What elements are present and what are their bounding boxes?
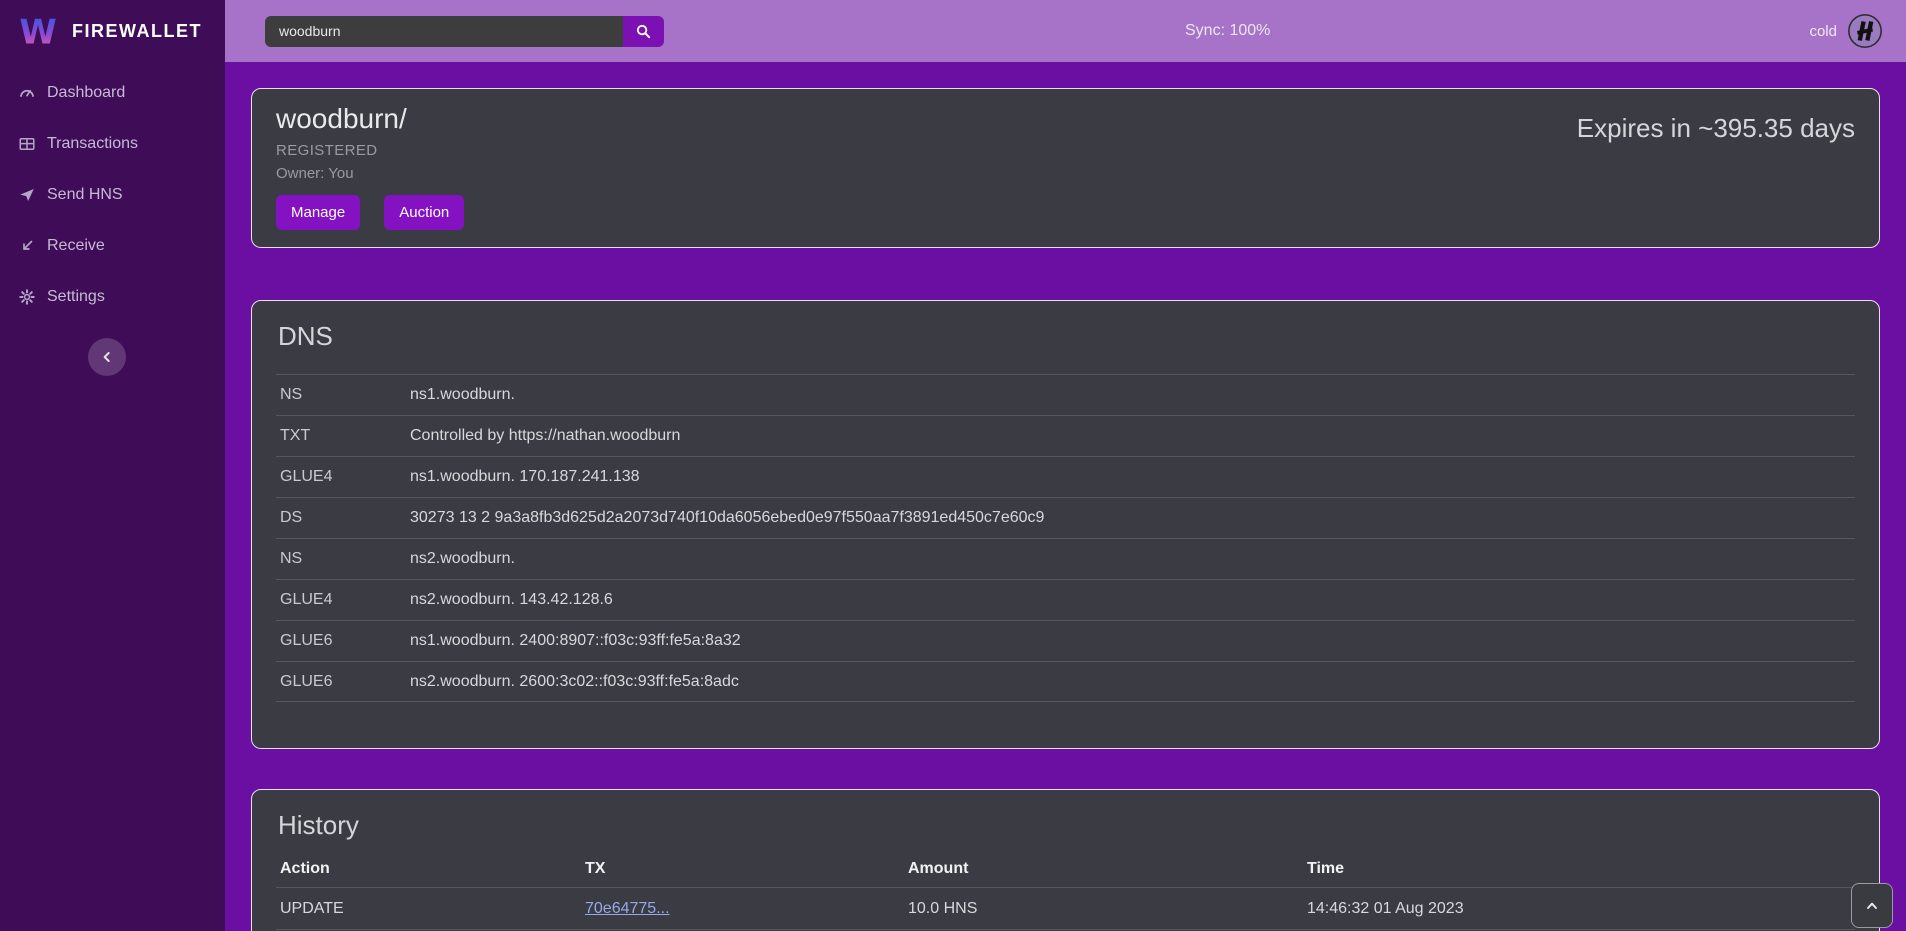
domain-card: woodburn/ REGISTERED Owner: You Manage A… [251,88,1880,248]
dns-record-row: NS ns2.woodburn. [276,538,1855,579]
table-icon [18,135,36,153]
main-content: woodburn/ REGISTERED Owner: You Manage A… [225,62,1906,931]
sidebar-nav: Dashboard Transactions Send HNS Receive … [0,62,225,320]
history-section-title: History [276,804,1855,841]
search-input[interactable] [265,16,623,47]
domain-actions: Manage Auction [276,195,464,230]
gear-icon [18,288,36,306]
paper-plane-icon [18,186,36,204]
dns-record-type: GLUE4 [276,468,410,486]
sidebar-item-dashboard[interactable]: Dashboard [0,70,225,116]
history-action: UPDATE [276,900,581,918]
dns-table: NS ns1.woodburn. TXT Controlled by https… [276,374,1855,702]
domain-name-title: woodburn/ [276,103,464,135]
search-box [265,16,664,47]
gauge-icon [18,84,36,102]
domain-status: REGISTERED [276,142,464,159]
sidebar-item-label: Settings [47,288,105,306]
auction-button[interactable]: Auction [384,195,464,230]
domain-info: woodburn/ REGISTERED Owner: You Manage A… [276,103,464,233]
dns-record-value: ns1.woodburn. [410,386,1855,404]
dns-record-type: GLUE6 [276,632,410,650]
history-row: UPDATE 70e64775... 10.0 HNS 14:46:32 01 … [276,887,1855,929]
sidebar-item-settings[interactable]: Settings [0,274,225,320]
firewallet-logo-icon: W [16,11,60,51]
magnifier-icon [635,23,652,40]
brand: W FIREWALLET [0,0,225,62]
sidebar-item-label: Receive [47,237,105,255]
svg-text:W: W [19,13,56,51]
sidebar-item-label: Send HNS [47,186,123,204]
sidebar-collapse-button[interactable] [88,338,126,376]
manage-button[interactable]: Manage [276,195,360,230]
wallet-name: cold [1809,23,1837,40]
dns-record-row: NS ns1.woodburn. [276,374,1855,415]
search-button[interactable] [623,16,664,47]
dns-record-value: ns2.woodburn. 143.42.128.6 [410,591,1855,609]
topbar: Sync: 100% cold [225,0,1906,62]
dns-record-row: GLUE6 ns1.woodburn. 2400:8907::f03c:93ff… [276,620,1855,661]
sidebar-item-label: Transactions [47,135,138,153]
dns-record-type: NS [276,386,410,404]
dns-record-value: ns2.woodburn. 2600:3c02::f03c:93ff:fe5a:… [410,673,1855,691]
dns-record-row: GLUE4 ns1.woodburn. 170.187.241.138 [276,456,1855,497]
sidebar-item-transactions[interactable]: Transactions [0,121,225,167]
history-col-tx: TX [581,860,904,878]
chevron-left-icon [99,349,115,365]
history-table: Action TX Amount Time UPDATE 70e64775...… [276,851,1855,931]
dns-record-row: TXT Controlled by https://nathan.woodbur… [276,415,1855,456]
sidebar-item-receive[interactable]: Receive [0,223,225,269]
dns-record-type: NS [276,550,410,568]
dns-record-row: DS 30273 13 2 9a3a8fb3d625d2a2073d740f10… [276,497,1855,538]
history-card: History Action TX Amount Time UPDATE 70e… [251,789,1880,931]
dns-record-row: GLUE6 ns2.woodburn. 2600:3c02::f03c:93ff… [276,661,1855,702]
dns-record-value: 30273 13 2 9a3a8fb3d625d2a2073d740f10da6… [410,509,1855,527]
dns-record-type: TXT [276,427,410,445]
tx-link[interactable]: 70e64775... [585,900,670,917]
arrow-down-left-icon [18,237,36,255]
sidebar-item-label: Dashboard [47,84,125,102]
brand-name: FIREWALLET [72,21,202,42]
chevron-up-icon [1864,898,1880,914]
history-col-time: Time [1303,860,1855,878]
dns-card: DNS NS ns1.woodburn. TXT Controlled by h… [251,300,1880,749]
dns-record-row: GLUE4 ns2.woodburn. 143.42.128.6 [276,579,1855,620]
scroll-to-top-button[interactable] [1851,883,1893,928]
dns-record-type: GLUE6 [276,673,410,691]
sidebar: W FIREWALLET Dashboard Transactions Send… [0,0,225,931]
wallet-indicator[interactable]: cold [1809,12,1884,50]
domain-expiry: Expires in ~395.35 days [1577,113,1855,233]
dns-record-value: ns1.woodburn. 170.187.241.138 [410,468,1855,486]
history-time: 14:46:32 01 Aug 2023 [1303,900,1855,918]
handshake-hns-logo-icon [1846,12,1884,50]
history-amount: 10.0 HNS [904,900,1303,918]
sync-status: Sync: 100% [1185,22,1270,40]
dns-record-type: DS [276,509,410,527]
history-col-action: Action [276,860,581,878]
dns-record-type: GLUE4 [276,591,410,609]
history-header-row: Action TX Amount Time [276,851,1855,887]
domain-owner: Owner: You [276,165,464,182]
history-col-amount: Amount [904,860,1303,878]
dns-record-value: ns2.woodburn. [410,550,1855,568]
dns-record-value: Controlled by https://nathan.woodburn [410,427,1855,445]
dns-section-title: DNS [276,315,1855,352]
dns-record-value: ns1.woodburn. 2400:8907::f03c:93ff:fe5a:… [410,632,1855,650]
sidebar-item-send-hns[interactable]: Send HNS [0,172,225,218]
